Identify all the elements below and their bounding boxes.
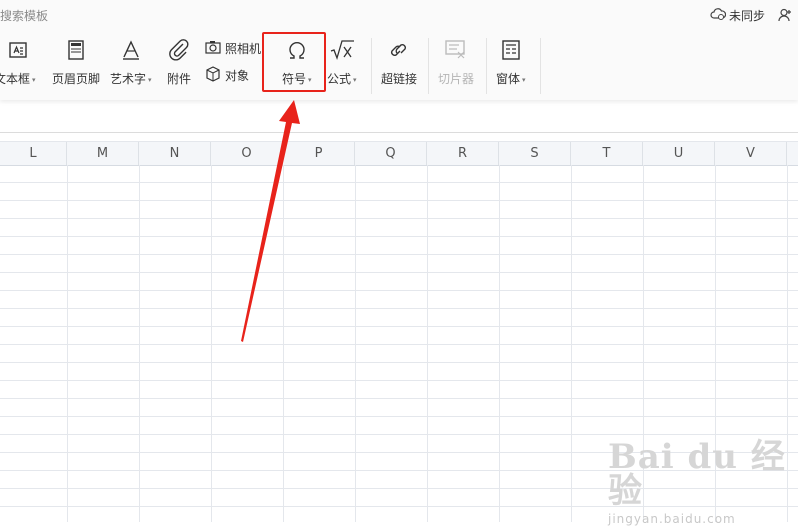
annotation-arrow — [241, 100, 300, 342]
